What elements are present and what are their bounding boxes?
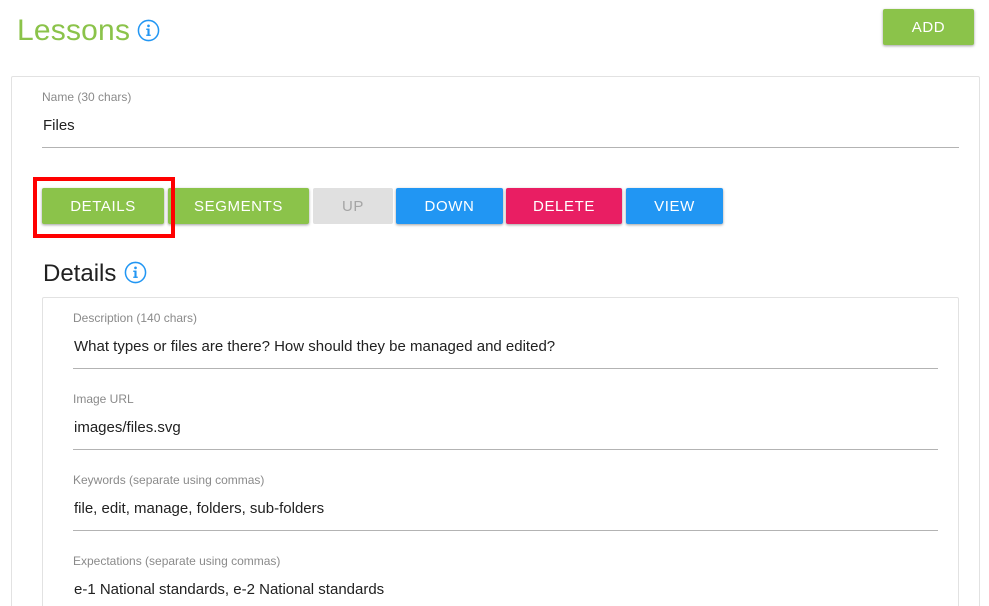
description-field[interactable]: What types or files are there? How shoul… bbox=[74, 338, 555, 355]
delete-button[interactable]: DELETE bbox=[506, 188, 622, 224]
info-icon[interactable] bbox=[137, 19, 160, 42]
info-icon[interactable] bbox=[124, 261, 147, 284]
name-field[interactable]: Files bbox=[43, 117, 75, 134]
name-field-underline bbox=[42, 147, 959, 148]
expectations-field[interactable]: e-1 National standards, e-2 National sta… bbox=[74, 581, 384, 598]
expectations-field-label: Expectations (separate using commas) bbox=[73, 554, 281, 568]
name-field-label: Name (30 chars) bbox=[42, 90, 132, 104]
page-title: Lessons bbox=[17, 14, 131, 47]
image-url-field-underline bbox=[73, 449, 938, 450]
add-button[interactable]: ADD bbox=[883, 9, 974, 45]
keywords-field[interactable]: file, edit, manage, folders, sub-folders bbox=[74, 500, 324, 517]
segments-button[interactable]: SEGMENTS bbox=[168, 188, 309, 224]
up-button: UP bbox=[313, 188, 393, 224]
view-button[interactable]: VIEW bbox=[626, 188, 723, 224]
image-url-field-label: Image URL bbox=[73, 392, 134, 406]
down-button[interactable]: DOWN bbox=[396, 188, 503, 224]
details-section-title: Details bbox=[43, 260, 117, 287]
description-field-label: Description (140 chars) bbox=[73, 311, 198, 325]
keywords-field-label: Keywords (separate using commas) bbox=[73, 473, 265, 487]
keywords-field-underline bbox=[73, 530, 938, 531]
details-button-highlight bbox=[33, 177, 175, 238]
image-url-field[interactable]: images/files.svg bbox=[74, 419, 181, 436]
description-field-underline bbox=[73, 368, 938, 369]
